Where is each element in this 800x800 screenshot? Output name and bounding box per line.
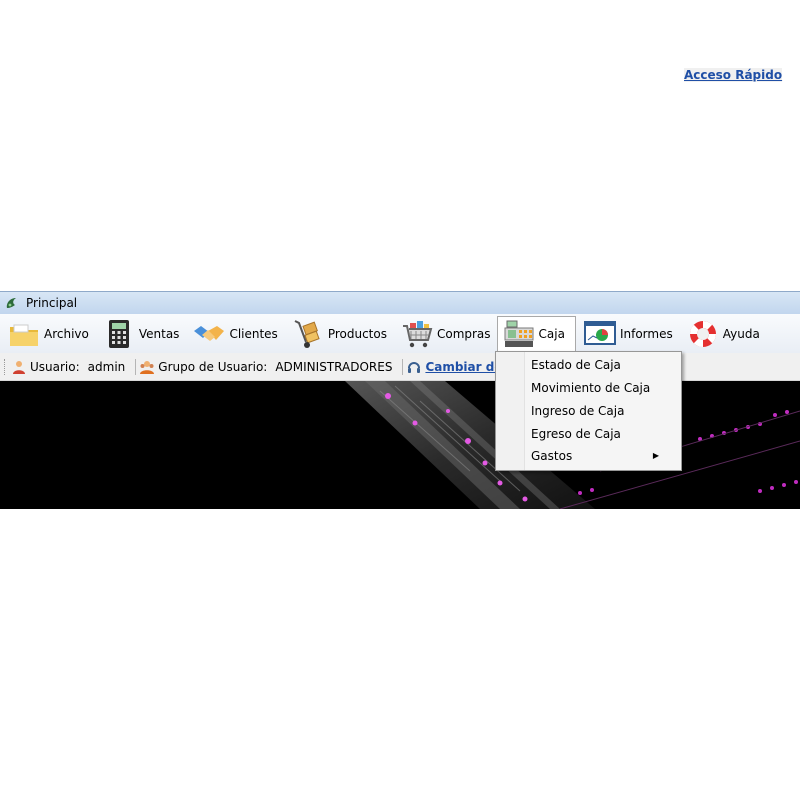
toolbar-grip[interactable] — [4, 359, 8, 375]
menu-item-movimiento-de-caja[interactable]: Movimiento de Caja — [531, 377, 671, 399]
separator — [402, 359, 404, 375]
menu-compras-label: Compras — [436, 326, 491, 341]
group-value: ADMINISTRADORES — [275, 360, 393, 374]
submenu-arrow-icon: ▶ — [652, 451, 659, 460]
handshake-icon — [194, 325, 225, 341]
menu-informes-label: Informes — [619, 326, 673, 341]
app-icon — [6, 298, 16, 308]
window-title: Principal — [26, 296, 78, 310]
user-icon — [13, 361, 25, 374]
hand-truck-icon — [294, 319, 320, 348]
shopping-cart-icon — [402, 320, 433, 347]
report-chart-icon — [583, 320, 616, 345]
menu-item-label: Movimiento de Caja — [531, 381, 651, 395]
title-bar: Principal — [0, 291, 800, 314]
user-value: admin — [87, 360, 126, 374]
menu-ventas-label: Ventas — [138, 326, 180, 341]
quick-access-link[interactable]: Acceso Rápido — [684, 68, 783, 82]
group-label: Grupo de Usuario: — [158, 360, 268, 374]
menu-ayuda-label: Ayuda — [722, 326, 760, 341]
menu-item-label: Estado de Caja — [531, 358, 621, 372]
calculator-icon — [108, 319, 129, 348]
group-info: Grupo de Usuario: ADMINISTRADORES — [140, 360, 392, 374]
user-group-icon — [140, 361, 155, 374]
menu-archivo[interactable]: Archivo — [0, 316, 95, 352]
menu-archivo-label: Archivo — [44, 326, 89, 341]
menu-clientes[interactable]: Clientes — [185, 316, 283, 352]
cash-register-icon — [504, 320, 534, 347]
menu-item-egreso-de-caja[interactable]: Egreso de Caja — [531, 423, 671, 445]
menu-informes[interactable]: Informes — [576, 316, 679, 352]
menu-item-gastos[interactable]: Gastos ▶ — [531, 445, 671, 467]
menu-clientes-label: Clientes — [229, 326, 278, 341]
menu-caja-label: Caja — [538, 327, 565, 341]
caja-dropdown-menu: Estado de Caja Movimiento de Caja Ingres… — [495, 351, 682, 471]
menu-item-label: Gastos — [531, 449, 573, 463]
menu-caja[interactable]: Caja — [496, 315, 576, 352]
folder-icon — [10, 324, 38, 346]
menu-ventas[interactable]: Ventas — [95, 316, 186, 352]
menu-compras[interactable]: Compras — [393, 316, 497, 352]
separator — [135, 359, 137, 375]
menu-item-ingreso-de-caja[interactable]: Ingreso de Caja — [531, 400, 671, 422]
menu-item-label: Egreso de Caja — [531, 427, 621, 441]
headset-icon — [408, 362, 421, 373]
menu-productos[interactable]: Productos — [284, 316, 393, 352]
user-info: Usuario: admin — [12, 360, 125, 374]
menu-gutter — [496, 352, 525, 470]
menu-ayuda[interactable]: Ayuda — [679, 316, 766, 352]
lifebuoy-icon — [689, 320, 716, 347]
menu-item-label: Ingreso de Caja — [531, 404, 625, 418]
menu-bar: Archivo Ventas Clientes Productos Compra… — [0, 314, 800, 353]
user-label: Usuario: — [30, 360, 80, 374]
menu-item-estado-de-caja[interactable]: Estado de Caja — [531, 354, 671, 376]
menu-productos-label: Productos — [327, 326, 387, 341]
